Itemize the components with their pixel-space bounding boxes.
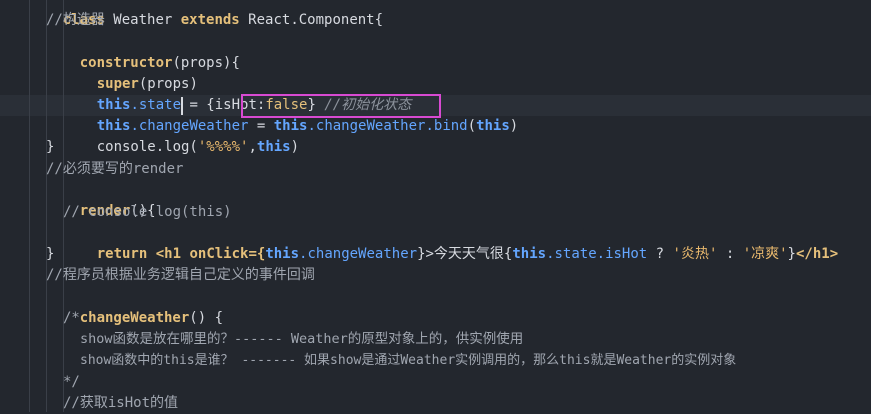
code-line: /*: [63, 310, 80, 326]
code-line: super(props): [96, 76, 198, 92]
code-line: class Weather extends React.Component{: [62, 12, 384, 28]
code-line: constructor(props){: [79, 55, 240, 71]
code-line: //程序员根据业务逻辑自己定义的事件回调: [46, 267, 315, 283]
code-line: show函数中的this是谁？ ------- 如果show是通过Weather…: [80, 353, 737, 368]
indent-guide: [29, 0, 30, 412]
code-line: }: [46, 139, 55, 155]
code-line: this.state = {isHot:false} //初始化状态: [96, 97, 412, 113]
code-line: //获取isHot的值: [63, 395, 179, 411]
code-line: render(){: [79, 203, 156, 219]
code-line: //构造器: [46, 12, 105, 28]
text-cursor: [181, 97, 183, 115]
code-line: //必须要写的render: [46, 161, 184, 177]
code-line: console.log('%%%%',this): [96, 139, 300, 155]
code-line: */: [63, 374, 80, 390]
code-line: // console.log(this): [63, 204, 232, 220]
code-line: this.changeWeather = this.changeWeather.…: [96, 118, 519, 134]
annotation-highlight-box: [241, 94, 441, 118]
code-line: }: [46, 246, 55, 262]
code-line: return <h1 onClick={this.changeWeather}>…: [96, 246, 839, 262]
code-line: show函数是放在哪里的？------ Weather的原型对象上的，供实例使用: [80, 331, 524, 347]
code-editor[interactable]: class Weather extends React.Component{ /…: [0, 0, 871, 412]
code-line: changeWeather() {: [79, 310, 224, 326]
